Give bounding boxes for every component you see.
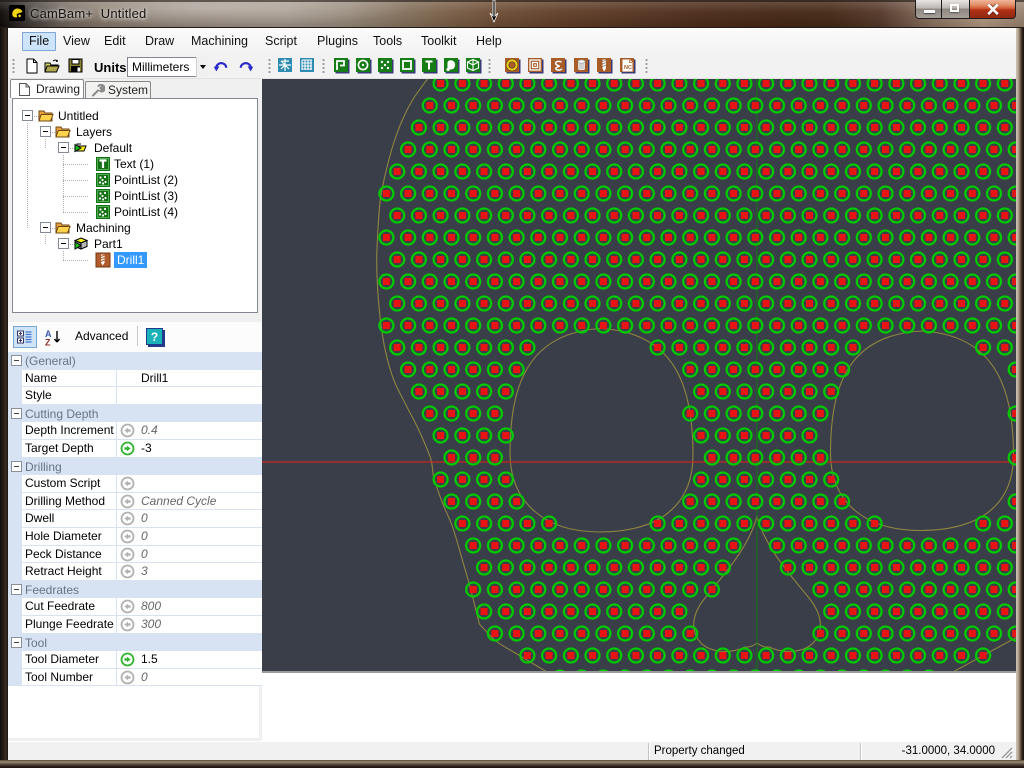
svg-text:NC: NC: [624, 65, 632, 71]
svg-text:Z: Z: [45, 338, 51, 347]
